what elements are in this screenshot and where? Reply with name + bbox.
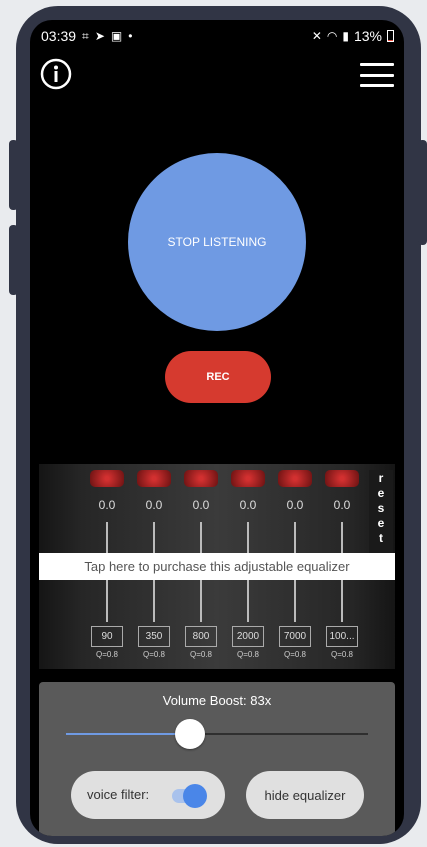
eq-band-value: 0.0 (239, 498, 257, 512)
eq-band-value: 0.0 (286, 498, 304, 512)
eq-band-light (325, 470, 359, 487)
controls-panel: Volume Boost: 83x voice filter: hide equ… (39, 682, 395, 836)
mute-icon: ✕ (311, 29, 322, 43)
battery-percent: 13% (353, 28, 382, 44)
eq-band-q: Q=0.8 (142, 650, 165, 659)
hamburger-menu-icon[interactable] (360, 63, 394, 87)
eq-band-value: 0.0 (98, 498, 116, 512)
battery-icon (387, 30, 394, 42)
signal-icon: ▮ (342, 29, 349, 43)
eq-band-q: Q=0.8 (95, 650, 118, 659)
stop-listening-label: STOP LISTENING (167, 235, 267, 249)
voice-filter-label: voice filter: (87, 787, 150, 802)
info-icon[interactable] (40, 58, 72, 90)
stop-listening-button[interactable]: STOP LISTENING (128, 153, 306, 331)
voice-filter-control: voice filter: (71, 771, 225, 819)
side-button-right (418, 140, 427, 245)
reset-letter: s (377, 501, 385, 515)
volume-boost-slider[interactable] (66, 719, 368, 749)
eq-band-value: 0.0 (333, 498, 351, 512)
hide-equalizer-label: hide equalizer (264, 787, 346, 803)
volume-boost-slider-thumb[interactable] (174, 719, 205, 749)
side-button-left-upper (9, 140, 18, 210)
image-icon: ▣ (110, 29, 123, 43)
eq-band-q: Q=0.8 (330, 650, 353, 659)
eq-band-value: 0.0 (145, 498, 163, 512)
eq-band-light (231, 470, 265, 487)
wifi-icon: ◠ (326, 29, 338, 43)
reset-button[interactable]: r e s e t (369, 470, 393, 554)
eq-band-light (278, 470, 312, 487)
hide-equalizer-button[interactable]: hide equalizer (246, 771, 364, 819)
status-bar: 03:39 ⌗ ➤ ▣ • ✕ ◠ ▮ 13% (30, 20, 404, 50)
eq-band-q: Q=0.8 (236, 650, 259, 659)
eq-band-q: Q=0.8 (283, 650, 306, 659)
purchase-equalizer-banner[interactable]: Tap here to purchase this adjustable equ… (39, 553, 395, 580)
app-screen: 03:39 ⌗ ➤ ▣ • ✕ ◠ ▮ 13% STOP LISTENING R… (30, 20, 404, 836)
eq-band-light (90, 470, 124, 487)
status-time: 03:39 (41, 28, 77, 44)
volume-boost-slider-fill (66, 733, 190, 735)
rec-button[interactable]: REC (165, 351, 271, 403)
eq-band-frequency[interactable]: 350 (138, 626, 170, 647)
voice-filter-toggle-knob[interactable] (183, 784, 207, 808)
side-button-left-lower (9, 225, 18, 295)
reset-letter: e (377, 486, 385, 500)
eq-band-frequency[interactable]: 7000 (279, 626, 311, 647)
eq-band-light (184, 470, 218, 487)
eq-band-value: 0.0 (192, 498, 210, 512)
eq-band-frequency[interactable]: 2000 (232, 626, 264, 647)
eq-band-frequency[interactable]: 90 (91, 626, 123, 647)
reset-letter: t (379, 531, 383, 545)
purchase-banner-text: Tap here to purchase this adjustable equ… (84, 559, 350, 574)
reset-letter: r (378, 471, 384, 485)
screenshot-icon: ⌗ (82, 29, 89, 43)
eq-band-frequency[interactable]: 800 (185, 626, 217, 647)
eq-band-q: Q=0.8 (189, 650, 212, 659)
eq-band-frequency[interactable]: 100... (326, 626, 358, 647)
send-icon: ➤ (94, 29, 105, 43)
eq-band-light (137, 470, 171, 487)
rec-label: REC (206, 371, 230, 383)
dot-icon: • (128, 29, 133, 43)
volume-boost-label: Volume Boost: 83x (162, 693, 272, 708)
reset-letter: e (377, 516, 385, 530)
